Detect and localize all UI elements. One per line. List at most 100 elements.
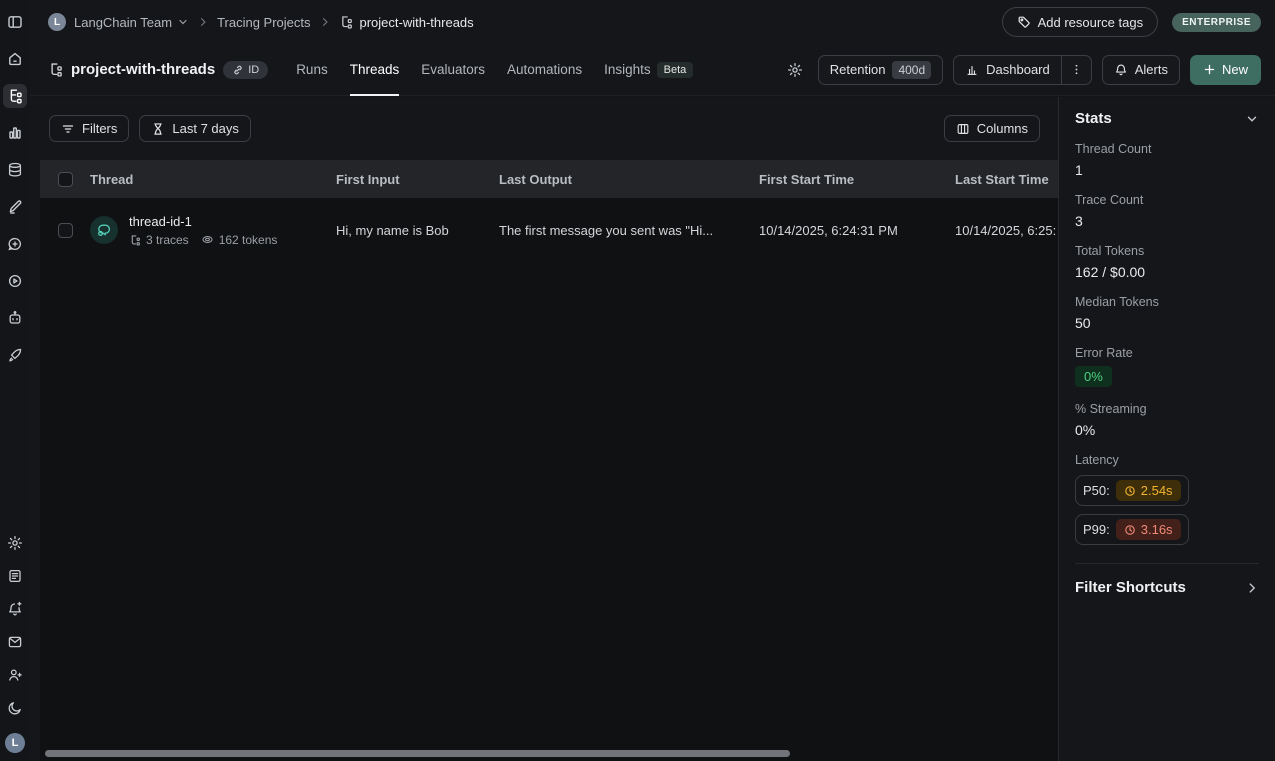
breadcrumb-tracing-projects[interactable]: Tracing Projects [217, 15, 310, 30]
chevron-right-icon [1245, 581, 1259, 595]
column-header-first-input[interactable]: First Input [336, 172, 499, 187]
alerts-button[interactable]: Alerts [1102, 55, 1180, 85]
sidebar-item-mail[interactable] [3, 630, 27, 654]
filter-shortcuts-section[interactable]: Filter Shortcuts [1075, 564, 1259, 596]
tracing-projects-icon [48, 62, 63, 77]
latency-p99-badge: 3.16s [1116, 519, 1181, 540]
gear-icon [787, 62, 803, 78]
plan-badge: ENTERPRISE [1172, 13, 1261, 32]
threads-content: Filters Last 7 days Columns Thread First… [30, 97, 1058, 761]
columns-button[interactable]: Columns [944, 115, 1040, 142]
retention-label: Retention [830, 62, 886, 77]
sidebar-item-notifications[interactable] [3, 597, 27, 621]
table-toolbar: Filters Last 7 days Columns [30, 97, 1058, 160]
dashboard-button[interactable]: Dashboard [954, 56, 1061, 84]
column-header-thread[interactable]: Thread [90, 172, 336, 187]
chat-bubbles-icon [96, 222, 112, 238]
dashboard-label: Dashboard [986, 62, 1050, 77]
thread-avatar [90, 216, 118, 244]
dashboards-icon [7, 125, 23, 141]
tab-evaluators[interactable]: Evaluators [421, 44, 485, 96]
sidebar-item-settings[interactable] [3, 531, 27, 555]
latency-p50-pill: P50: 2.54s [1075, 475, 1189, 506]
tab-threads[interactable]: Threads [350, 44, 400, 96]
trace-icon [129, 234, 141, 246]
new-button[interactable]: New [1190, 55, 1261, 85]
sidebar-item-datasets[interactable] [3, 158, 27, 182]
bar-chart-icon [965, 63, 979, 77]
sidebar-item-prompts[interactable] [3, 232, 27, 256]
sidebar-item-docs[interactable] [3, 564, 27, 588]
dashboard-more-button[interactable] [1061, 56, 1091, 84]
stat-error-rate: Error Rate 0% [1075, 346, 1259, 387]
sidebar-toggle-button[interactable] [3, 10, 27, 34]
sidebar-item-invite-user[interactable] [3, 663, 27, 687]
page-title: project-with-threads [71, 61, 215, 78]
sidebar-item-annotation[interactable] [3, 195, 27, 219]
horizontal-scrollbar[interactable] [45, 750, 790, 757]
stats-panel: Stats Thread Count 1 Trace Count 3 Total… [1058, 97, 1275, 761]
new-label: New [1222, 62, 1248, 77]
chevron-right-icon [319, 16, 331, 28]
stat-trace-count: Trace Count 3 [1075, 193, 1259, 229]
retention-value-badge: 400d [892, 61, 931, 79]
dashboard-button-group: Dashboard [953, 55, 1092, 85]
bell-icon [1114, 63, 1128, 77]
cell-first-start-time: 10/14/2025, 6:24:31 PM [759, 223, 955, 238]
notifications-bell-icon [7, 601, 23, 617]
breadcrumb: L LangChain Team Tracing Projects projec… [48, 13, 474, 31]
plus-icon [1203, 63, 1216, 76]
user-avatar[interactable]: L [5, 733, 25, 753]
tab-insights[interactable]: Insights Beta [604, 44, 693, 96]
table-header: Thread First Input Last Output First Sta… [40, 160, 1058, 198]
mail-icon [7, 634, 23, 650]
error-rate-badge: 0% [1075, 366, 1112, 387]
team-avatar[interactable]: L [48, 13, 66, 31]
stat-median-tokens: Median Tokens 50 [1075, 295, 1259, 331]
filters-button[interactable]: Filters [49, 115, 129, 142]
stat-total-tokens: Total Tokens 162 / $0.00 [1075, 244, 1259, 280]
hourglass-icon [151, 122, 165, 136]
select-all-checkbox[interactable] [58, 172, 73, 187]
row-checkbox[interactable] [58, 223, 73, 238]
chevron-down-icon [177, 16, 189, 28]
add-resource-tags-button[interactable]: Add resource tags [1002, 7, 1159, 37]
sidebar-item-theme-toggle[interactable] [3, 696, 27, 720]
stat-thread-count: Thread Count 1 [1075, 142, 1259, 178]
team-switcher[interactable]: LangChain Team [74, 15, 189, 30]
column-header-last-start-time[interactable]: Last Start Time [955, 172, 1058, 187]
table-row[interactable]: thread-id-1 3 traces 162 tokens [40, 198, 1058, 262]
chevron-right-icon [197, 16, 209, 28]
token-count-meta: 162 tokens [201, 233, 278, 247]
breadcrumb-current-project[interactable]: project-with-threads [339, 15, 474, 30]
sidebar-item-tracing-projects[interactable] [3, 84, 27, 108]
chevron-down-icon[interactable] [1245, 112, 1259, 126]
project-settings-button[interactable] [782, 57, 808, 83]
token-coin-icon [201, 233, 214, 246]
retention-button[interactable]: Retention 400d [818, 55, 943, 85]
time-range-button[interactable]: Last 7 days [139, 115, 251, 142]
stats-section-header[interactable]: Stats [1075, 110, 1259, 127]
docs-icon [7, 568, 23, 584]
trace-count-meta: 3 traces [129, 233, 189, 247]
project-tabs: Runs Threads Evaluators Automations Insi… [296, 44, 693, 96]
tab-automations[interactable]: Automations [507, 44, 582, 96]
sidebar-item-playground[interactable] [3, 269, 27, 293]
sidebar-item-deployments[interactable] [3, 306, 27, 330]
stat-latency: Latency P50: 2.54s P99: [1075, 453, 1259, 545]
project-id-label: ID [248, 64, 259, 76]
project-id-badge[interactable]: ID [223, 61, 268, 79]
rocket-icon [7, 347, 23, 363]
stat-streaming: % Streaming 0% [1075, 402, 1259, 438]
sidebar-item-dashboards[interactable] [3, 121, 27, 145]
cell-last-output: The first message you sent was "Hi... [499, 223, 759, 238]
sidebar-item-home[interactable] [3, 47, 27, 71]
tab-runs[interactable]: Runs [296, 44, 328, 96]
sidebar-item-optimization[interactable] [3, 343, 27, 367]
columns-label: Columns [977, 121, 1028, 136]
column-header-first-start-time[interactable]: First Start Time [759, 172, 955, 187]
prompts-icon [7, 236, 23, 252]
column-header-last-output[interactable]: Last Output [499, 172, 759, 187]
annotation-icon [7, 199, 23, 215]
left-sidebar: L [0, 0, 30, 761]
